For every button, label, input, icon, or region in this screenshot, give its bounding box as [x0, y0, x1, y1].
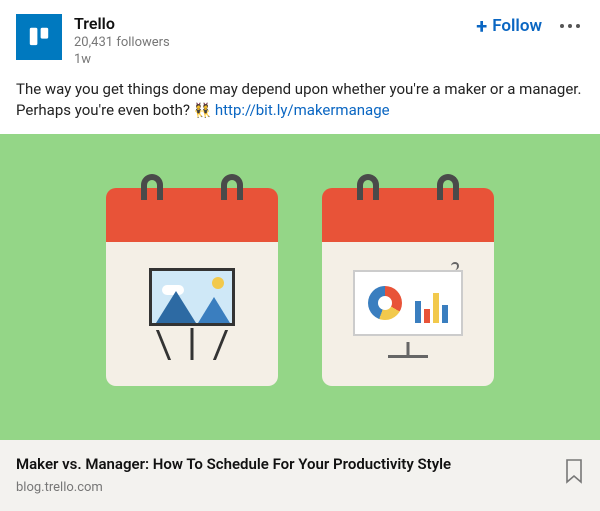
- calendar-maker-illustration: [106, 188, 278, 386]
- calendar-manager-illustration: [322, 188, 494, 386]
- link-preview-card[interactable]: Maker vs. Manager: How To Schedule For Y…: [0, 440, 600, 511]
- follow-button[interactable]: + Follow: [476, 16, 542, 36]
- post-card: Trello 20,431 followers 1w + Follow The …: [0, 0, 600, 511]
- company-name[interactable]: Trello: [74, 14, 464, 34]
- company-avatar[interactable]: [16, 14, 62, 60]
- trello-logo-icon: [26, 24, 52, 50]
- post-header: Trello 20,431 followers 1w + Follow: [0, 0, 600, 79]
- plus-icon: +: [476, 16, 487, 36]
- post-time: 1w: [74, 52, 464, 68]
- link-preview-text: Maker vs. Manager: How To Schedule For Y…: [16, 454, 552, 495]
- header-actions: + Follow: [476, 16, 584, 36]
- dancing-emoji: 👯: [194, 103, 211, 119]
- presentation-board-icon: [353, 270, 463, 358]
- bookmark-button[interactable]: [564, 458, 584, 484]
- post-image[interactable]: [0, 134, 600, 440]
- post-meta: Trello 20,431 followers 1w: [74, 14, 464, 69]
- link-preview-title: Maker vs. Manager: How To Schedule For Y…: [16, 454, 552, 474]
- more-options-button[interactable]: [556, 20, 584, 32]
- easel-painting-icon: [149, 268, 235, 360]
- bookmark-icon: [564, 458, 584, 484]
- follower-count: 20,431 followers: [74, 35, 464, 51]
- post-body: The way you get things done may depend u…: [0, 79, 600, 135]
- follow-label: Follow: [492, 16, 542, 36]
- dots-icon: [560, 24, 564, 28]
- link-preview-domain: blog.trello.com: [16, 480, 552, 495]
- post-link[interactable]: http://bit.ly/makermanage: [215, 101, 390, 119]
